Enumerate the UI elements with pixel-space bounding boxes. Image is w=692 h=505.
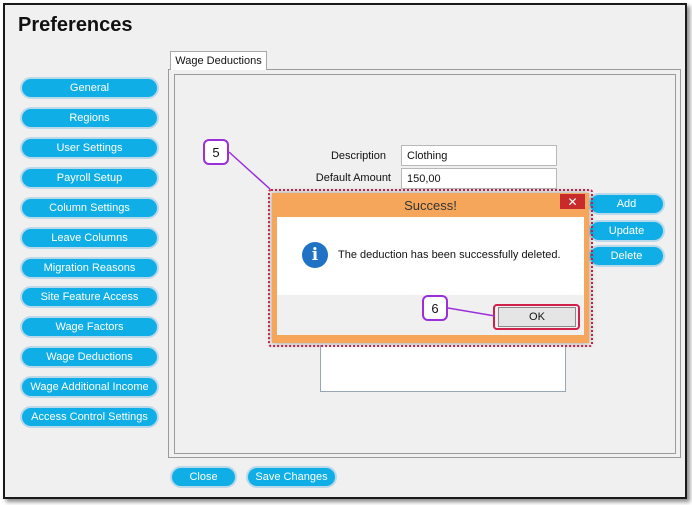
callout-6-line [447,307,496,317]
callout-5: 5 [203,139,229,165]
callout-lines [228,151,496,317]
callout-6: 6 [422,295,448,321]
callout-5-line [228,151,271,190]
